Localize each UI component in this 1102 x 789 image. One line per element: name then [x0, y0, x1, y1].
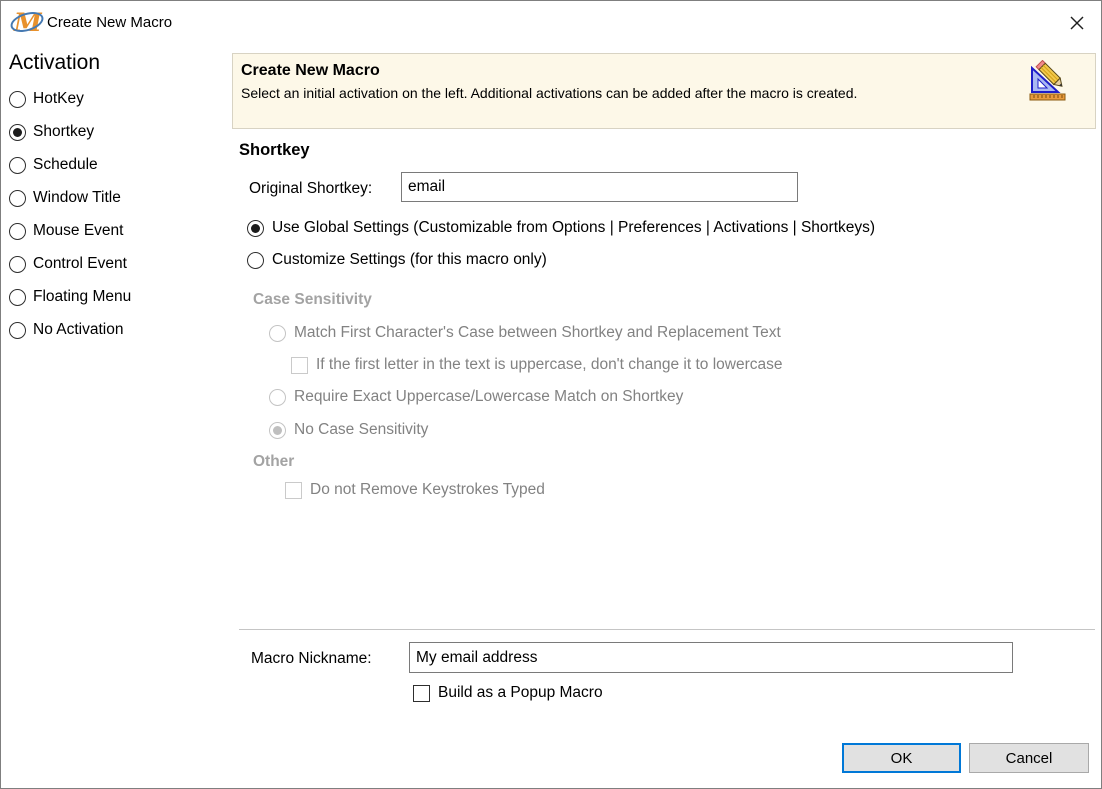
no-case-sensitivity-option: No Case Sensitivity	[269, 421, 428, 439]
option-label: Do not Remove Keystrokes Typed	[310, 481, 545, 499]
macro-nickname-input[interactable]	[409, 642, 1013, 673]
checkbox-icon	[285, 482, 302, 499]
app-icon: M	[10, 9, 44, 37]
banner-title: Create New Macro	[241, 62, 380, 80]
build-popup-macro-checkbox[interactable]: Build as a Popup Macro	[413, 684, 603, 702]
customize-settings-option[interactable]: Customize Settings (for this macro only)	[247, 251, 547, 269]
uppercase-no-change-checkbox: If the first letter in the text is upper…	[291, 356, 782, 374]
match-first-case-option: Match First Character's Case between Sho…	[269, 324, 781, 342]
sidebar-item-label: Schedule	[33, 156, 98, 174]
sidebar-item-label: Control Event	[33, 255, 127, 273]
sidebar-item-control-event[interactable]: Control Event	[9, 254, 131, 274]
sidebar-item-hotkey[interactable]: HotKey	[9, 89, 131, 109]
option-label: Build as a Popup Macro	[438, 684, 603, 702]
cancel-button[interactable]: Cancel	[969, 743, 1089, 773]
radio-icon	[9, 124, 26, 141]
sidebar-item-no-activation[interactable]: No Activation	[9, 320, 131, 340]
sidebar-item-label: Floating Menu	[33, 288, 131, 306]
option-label: No Case Sensitivity	[294, 421, 428, 439]
ok-button[interactable]: OK	[842, 743, 961, 773]
drafting-tools-icon	[1029, 60, 1067, 102]
sidebar-item-schedule[interactable]: Schedule	[9, 155, 131, 175]
radio-icon	[269, 422, 286, 439]
require-exact-match-option: Require Exact Uppercase/Lowercase Match …	[269, 388, 683, 406]
checkbox-icon	[413, 685, 430, 702]
radio-icon	[9, 256, 26, 273]
option-label: Use Global Settings (Customizable from O…	[272, 219, 875, 237]
radio-icon	[9, 157, 26, 174]
radio-icon	[247, 252, 264, 269]
activation-list: HotKey Shortkey Schedule Window Title Mo…	[9, 89, 131, 340]
radio-icon	[9, 223, 26, 240]
sidebar-item-mouse-event[interactable]: Mouse Event	[9, 221, 131, 241]
radio-icon	[269, 389, 286, 406]
macro-nickname-label: Macro Nickname:	[251, 650, 372, 668]
banner-subtitle: Select an initial activation on the left…	[241, 85, 857, 101]
radio-icon	[9, 190, 26, 207]
window-title: Create New Macro	[47, 14, 172, 31]
sidebar-item-label: No Activation	[33, 321, 123, 339]
close-icon	[1067, 13, 1087, 33]
sidebar-item-shortkey[interactable]: Shortkey	[9, 122, 131, 142]
radio-icon	[269, 325, 286, 342]
activation-heading: Activation	[9, 51, 100, 75]
option-label: Require Exact Uppercase/Lowercase Match …	[294, 388, 683, 406]
sidebar-item-label: Window Title	[33, 189, 121, 207]
use-global-settings-option[interactable]: Use Global Settings (Customizable from O…	[247, 219, 875, 237]
create-new-macro-dialog: M Create New Macro Activation HotKey Sho…	[0, 0, 1102, 789]
sidebar-item-label: Shortkey	[33, 123, 94, 141]
info-banner: Create New Macro Select an initial activ…	[232, 53, 1096, 129]
shortkey-section-heading: Shortkey	[239, 141, 310, 160]
radio-icon	[247, 220, 264, 237]
radio-icon	[9, 91, 26, 108]
do-not-remove-keystrokes-checkbox: Do not Remove Keystrokes Typed	[285, 481, 545, 499]
checkbox-icon	[291, 357, 308, 374]
option-label: Match First Character's Case between Sho…	[294, 324, 781, 342]
sidebar-item-window-title[interactable]: Window Title	[9, 188, 131, 208]
sidebar-item-floating-menu[interactable]: Floating Menu	[9, 287, 131, 307]
radio-icon	[9, 322, 26, 339]
radio-icon	[9, 289, 26, 306]
option-label: If the first letter in the text is upper…	[316, 356, 782, 374]
case-sensitivity-heading: Case Sensitivity	[253, 291, 372, 309]
footer-divider	[239, 629, 1095, 630]
sidebar-item-label: Mouse Event	[33, 222, 123, 240]
close-button[interactable]	[1057, 5, 1097, 41]
original-shortkey-label: Original Shortkey:	[249, 180, 372, 198]
option-label: Customize Settings (for this macro only)	[272, 251, 547, 269]
sidebar-item-label: HotKey	[33, 90, 84, 108]
other-heading: Other	[253, 453, 294, 471]
original-shortkey-input[interactable]	[401, 172, 798, 202]
